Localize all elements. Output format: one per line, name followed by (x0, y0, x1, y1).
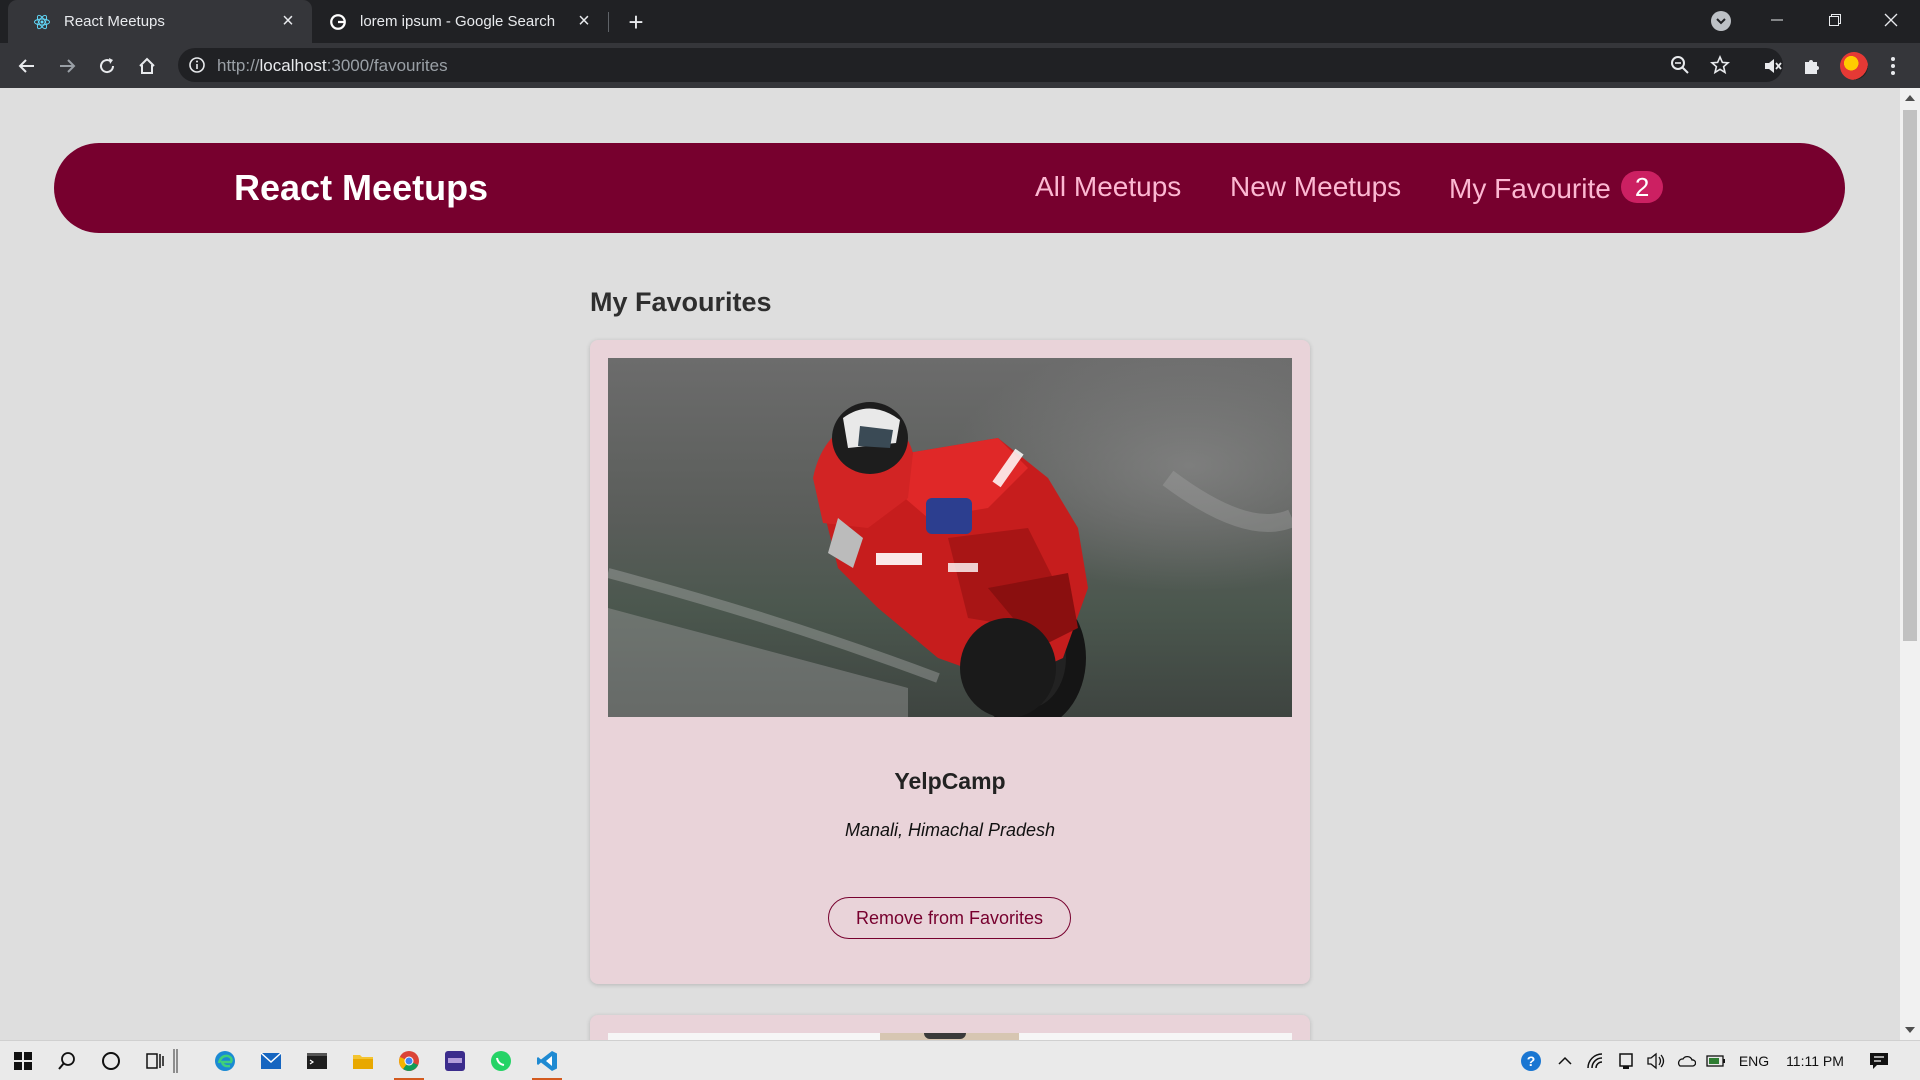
site-info-icon[interactable] (188, 56, 206, 74)
search-icon[interactable] (44, 1041, 90, 1080)
clock[interactable]: 11:11 PM (1780, 1041, 1850, 1080)
meetup-card (590, 1015, 1310, 1040)
remove-from-favorites-button[interactable]: Remove from Favorites (828, 897, 1071, 939)
network-icon[interactable] (1583, 1041, 1609, 1080)
address-bar[interactable]: http://localhost:3000/favourites (178, 48, 1783, 82)
nav-all-meetups[interactable]: All Meetups (1035, 171, 1181, 203)
edge-icon[interactable] (202, 1041, 248, 1080)
reload-icon[interactable] (92, 51, 122, 81)
back-icon[interactable] (12, 51, 42, 81)
nav-favourites-label: My Favourite (1449, 173, 1611, 204)
terminal-icon[interactable] (294, 1041, 340, 1080)
url-scheme: http:// (217, 56, 260, 75)
volume-icon[interactable] (1643, 1041, 1669, 1080)
meetup-image (608, 1033, 1292, 1040)
music-app-icon[interactable] (432, 1041, 478, 1080)
url-host: localhost (259, 56, 327, 75)
browser-toolbar: http://localhost:3000/favourites (0, 43, 1920, 88)
google-icon (328, 12, 348, 32)
file-explorer-icon[interactable] (340, 1041, 386, 1080)
show-hidden-icons-icon[interactable] (1553, 1041, 1577, 1080)
windows-start-icon[interactable] (0, 1041, 46, 1080)
vscode-icon[interactable] (524, 1041, 570, 1080)
notifications-icon[interactable] (1862, 1041, 1896, 1080)
close-tab-icon[interactable]: × (572, 10, 596, 34)
scroll-up-icon[interactable] (1905, 95, 1915, 101)
scrollbar-thumb[interactable] (1903, 110, 1917, 641)
meetup-address: Manali, Himachal Pradesh (844, 820, 1056, 840)
app-navbar: React Meetups All Meetups New Meetups My… (54, 143, 1845, 233)
image-fragment (924, 1033, 966, 1039)
scroll-down-icon[interactable] (1905, 1027, 1915, 1033)
extensions-icon[interactable] (1797, 51, 1827, 81)
restore-icon[interactable] (1806, 0, 1864, 40)
nav-my-favourites[interactable]: My Favourite 2 (1449, 171, 1664, 205)
browser-menu-icon[interactable] (1878, 51, 1908, 81)
tab-strip: React Meetups × lorem ipsum - Google Sea… (0, 0, 1920, 43)
tab-search-icon[interactable] (1711, 11, 1731, 31)
onedrive-icon[interactable] (1673, 1041, 1699, 1080)
windows-taskbar: ? ENG 11:11 PM (0, 1040, 1920, 1080)
bookmark-star-icon[interactable] (1710, 55, 1730, 75)
app-logo[interactable]: React Meetups (234, 167, 488, 209)
motorcycle-racer-photo (608, 358, 1292, 717)
tab-title: React Meetups (64, 13, 165, 30)
home-icon[interactable] (132, 51, 162, 81)
page-title: My Favourites (590, 287, 772, 317)
svg-text:?: ? (1527, 1053, 1536, 1069)
nav-new-meetups[interactable]: New Meetups (1230, 171, 1401, 203)
close-tab-icon[interactable]: × (276, 10, 300, 34)
page-scrollbar[interactable] (1900, 88, 1920, 1040)
react-icon (32, 12, 52, 32)
tab-title: lorem ipsum - Google Search (360, 13, 556, 30)
page-viewport: React Meetups All Meetups New Meetups My… (0, 88, 1900, 1040)
tab-react-meetups[interactable]: React Meetups × (8, 0, 312, 43)
tab-google-search[interactable]: lorem ipsum - Google Search × (304, 0, 608, 43)
battery-icon[interactable] (1703, 1041, 1729, 1080)
favourites-count-badge: 2 (1620, 171, 1664, 203)
help-icon[interactable]: ? (1516, 1041, 1546, 1080)
meetup-card: YelpCamp Manali, Himachal Pradesh Remove… (590, 340, 1310, 984)
tab-separator (608, 12, 609, 32)
profile-avatar[interactable] (1840, 52, 1868, 80)
language-indicator[interactable]: ENG (1734, 1041, 1774, 1080)
taskbar-divider (166, 1041, 186, 1080)
minimize-icon[interactable] (1748, 0, 1806, 40)
zoom-icon[interactable] (1670, 55, 1690, 75)
forward-icon[interactable] (52, 51, 82, 81)
whatsapp-icon[interactable] (478, 1041, 524, 1080)
url-path: :3000/favourites (326, 56, 448, 75)
cortana-icon[interactable] (88, 1041, 134, 1080)
meetup-title: YelpCamp (894, 768, 1006, 794)
url-text: http://localhost:3000/favourites (217, 56, 448, 76)
device-icon[interactable] (1613, 1041, 1639, 1080)
chrome-icon[interactable] (386, 1041, 432, 1080)
muted-tab-icon[interactable] (1758, 51, 1788, 81)
mail-icon[interactable] (248, 1041, 294, 1080)
close-window-icon[interactable] (1862, 0, 1920, 40)
new-tab-icon[interactable]: + (622, 7, 650, 37)
